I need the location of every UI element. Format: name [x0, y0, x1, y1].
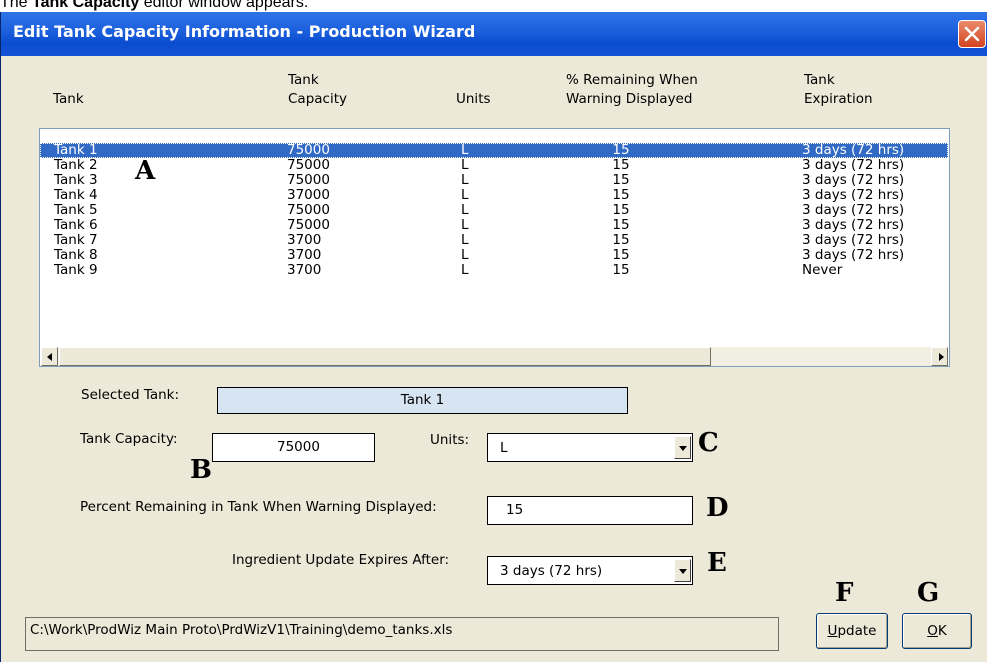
- cell-expiration: 3 days (72 hrs): [802, 172, 905, 188]
- table-row[interactable]: Tank 6 75000 L 3 days (72 hrs) 15: [40, 218, 948, 233]
- cell-units: L: [461, 262, 469, 278]
- cell-units: L: [461, 217, 469, 233]
- table-row[interactable]: Tank 2 75000 L 3 days (72 hrs) 15: [40, 158, 948, 173]
- callout-d: D: [706, 493, 729, 523]
- callout-f: F: [835, 578, 854, 608]
- cell-capacity: 37000: [287, 187, 330, 203]
- expires-dropdown[interactable]: 3 days (72 hrs): [487, 556, 693, 585]
- cell-expiration: 3 days (72 hrs): [802, 187, 905, 203]
- cell-capacity: 75000: [287, 202, 330, 218]
- title-bar[interactable]: Edit Tank Capacity Information - Product…: [1, 12, 987, 56]
- cell-tank: Tank 5: [54, 202, 98, 218]
- cell-capacity: 3700: [287, 262, 322, 278]
- callout-e: E: [707, 548, 727, 578]
- table-row[interactable]: Tank 8 3700 L 3 days (72 hrs) 15: [40, 248, 948, 263]
- cell-capacity: 3700: [287, 247, 322, 263]
- col-header-units[interactable]: Units: [456, 90, 491, 109]
- cell-capacity: 3700: [287, 232, 322, 248]
- table-row[interactable]: Tank 9 3700 L Never 15: [40, 263, 948, 278]
- cell-warning: 15: [612, 142, 630, 158]
- callout-c: C: [698, 428, 719, 458]
- left-arrow-icon: [47, 353, 52, 361]
- expires-value: 3 days (72 hrs): [500, 563, 603, 579]
- ok-button[interactable]: OK: [902, 613, 972, 649]
- cell-units: L: [461, 202, 469, 218]
- units-dropdown-button[interactable]: [674, 436, 691, 459]
- cell-warning: 15: [612, 187, 630, 203]
- cell-expiration: 3 days (72 hrs): [802, 247, 905, 263]
- scroll-left-button[interactable]: [41, 347, 58, 366]
- cell-warning: 15: [612, 247, 630, 263]
- chevron-down-icon: [679, 569, 687, 574]
- cell-units: L: [461, 172, 469, 188]
- page-caption: The Tank Capacity editor window appears.: [0, 0, 308, 12]
- cell-expiration: 3 days (72 hrs): [802, 142, 905, 158]
- cell-warning: 15: [612, 172, 630, 188]
- cell-units: L: [461, 187, 469, 203]
- units-value: L: [500, 440, 508, 456]
- callout-b: B: [190, 455, 212, 485]
- cell-warning: 15: [612, 262, 630, 278]
- table-row[interactable]: Tank 3 75000 L 3 days (72 hrs) 15: [40, 173, 948, 188]
- warning-input[interactable]: 15: [487, 496, 693, 525]
- cell-tank: Tank 8: [54, 247, 98, 263]
- col-header-expiration[interactable]: Tank Expiration: [804, 71, 873, 109]
- callout-g: G: [917, 578, 940, 608]
- dialog-window: Edit Tank Capacity Information - Product…: [0, 12, 987, 662]
- cell-tank: Tank 9: [54, 262, 98, 278]
- cell-units: L: [461, 247, 469, 263]
- cell-warning: 15: [612, 157, 630, 173]
- scroll-thumb[interactable]: [59, 347, 711, 366]
- table-row[interactable]: Tank 1 75000 L 3 days (72 hrs) 15: [40, 143, 948, 158]
- scroll-right-button[interactable]: [931, 347, 948, 366]
- table-row[interactable]: Tank 5 75000 L 3 days (72 hrs) 15: [40, 203, 948, 218]
- caption-bold: Tank Capacity: [32, 0, 140, 11]
- capacity-label: Tank Capacity:: [80, 431, 178, 447]
- update-button[interactable]: Update: [816, 613, 888, 649]
- tank-list[interactable]: Tank 1 75000 L 3 days (72 hrs) 15 Tank 2 75000…: [39, 128, 950, 367]
- capacity-input[interactable]: 75000: [212, 433, 375, 462]
- cell-capacity: 75000: [287, 172, 330, 188]
- cell-capacity: 75000: [287, 157, 330, 173]
- col-header-tank[interactable]: Tank: [53, 90, 84, 109]
- close-icon: [964, 26, 980, 42]
- cell-capacity: 75000: [287, 217, 330, 233]
- cell-warning: 15: [612, 232, 630, 248]
- horizontal-scrollbar[interactable]: [41, 347, 948, 366]
- cell-tank: Tank 7: [54, 232, 98, 248]
- units-dropdown[interactable]: L: [487, 433, 693, 462]
- table-row[interactable]: Tank 4 37000 L 3 days (72 hrs) 15: [40, 188, 948, 203]
- close-button[interactable]: [958, 20, 986, 48]
- cell-expiration: 3 days (72 hrs): [802, 217, 905, 233]
- file-path-display: C:\Work\ProdWiz Main Proto\PrdWizV1\Trai…: [25, 617, 779, 651]
- window-title: Edit Tank Capacity Information - Product…: [13, 22, 476, 41]
- expires-label: Ingredient Update Expires After:: [232, 552, 450, 568]
- selected-tank-field: Tank 1: [217, 387, 628, 414]
- cell-warning: 15: [612, 217, 630, 233]
- right-arrow-icon: [939, 353, 944, 361]
- chevron-down-icon: [679, 446, 687, 451]
- cell-capacity: 75000: [287, 142, 330, 158]
- cell-units: L: [461, 232, 469, 248]
- cell-units: L: [461, 157, 469, 173]
- cell-tank: Tank 1: [54, 142, 98, 158]
- col-header-capacity[interactable]: Tank Capacity: [288, 71, 347, 109]
- col-header-warning[interactable]: % Remaining When Warning Displayed: [566, 71, 698, 109]
- cell-expiration: 3 days (72 hrs): [802, 202, 905, 218]
- cell-expiration: Never: [802, 262, 843, 278]
- table-row[interactable]: Tank 7 3700 L 3 days (72 hrs) 15: [40, 233, 948, 248]
- cell-tank: Tank 3: [54, 172, 98, 188]
- cell-tank: Tank 2: [54, 157, 98, 173]
- warning-label: Percent Remaining in Tank When Warning D…: [80, 499, 437, 515]
- cell-tank: Tank 4: [54, 187, 98, 203]
- cell-expiration: 3 days (72 hrs): [802, 157, 905, 173]
- cell-expiration: 3 days (72 hrs): [802, 232, 905, 248]
- cell-warning: 15: [612, 202, 630, 218]
- expires-dropdown-button[interactable]: [674, 559, 691, 582]
- cell-tank: Tank 6: [54, 217, 98, 233]
- units-label: Units:: [430, 432, 470, 448]
- cell-units: L: [461, 142, 469, 158]
- callout-a: A: [135, 156, 156, 186]
- selected-tank-label: Selected Tank:: [81, 387, 180, 403]
